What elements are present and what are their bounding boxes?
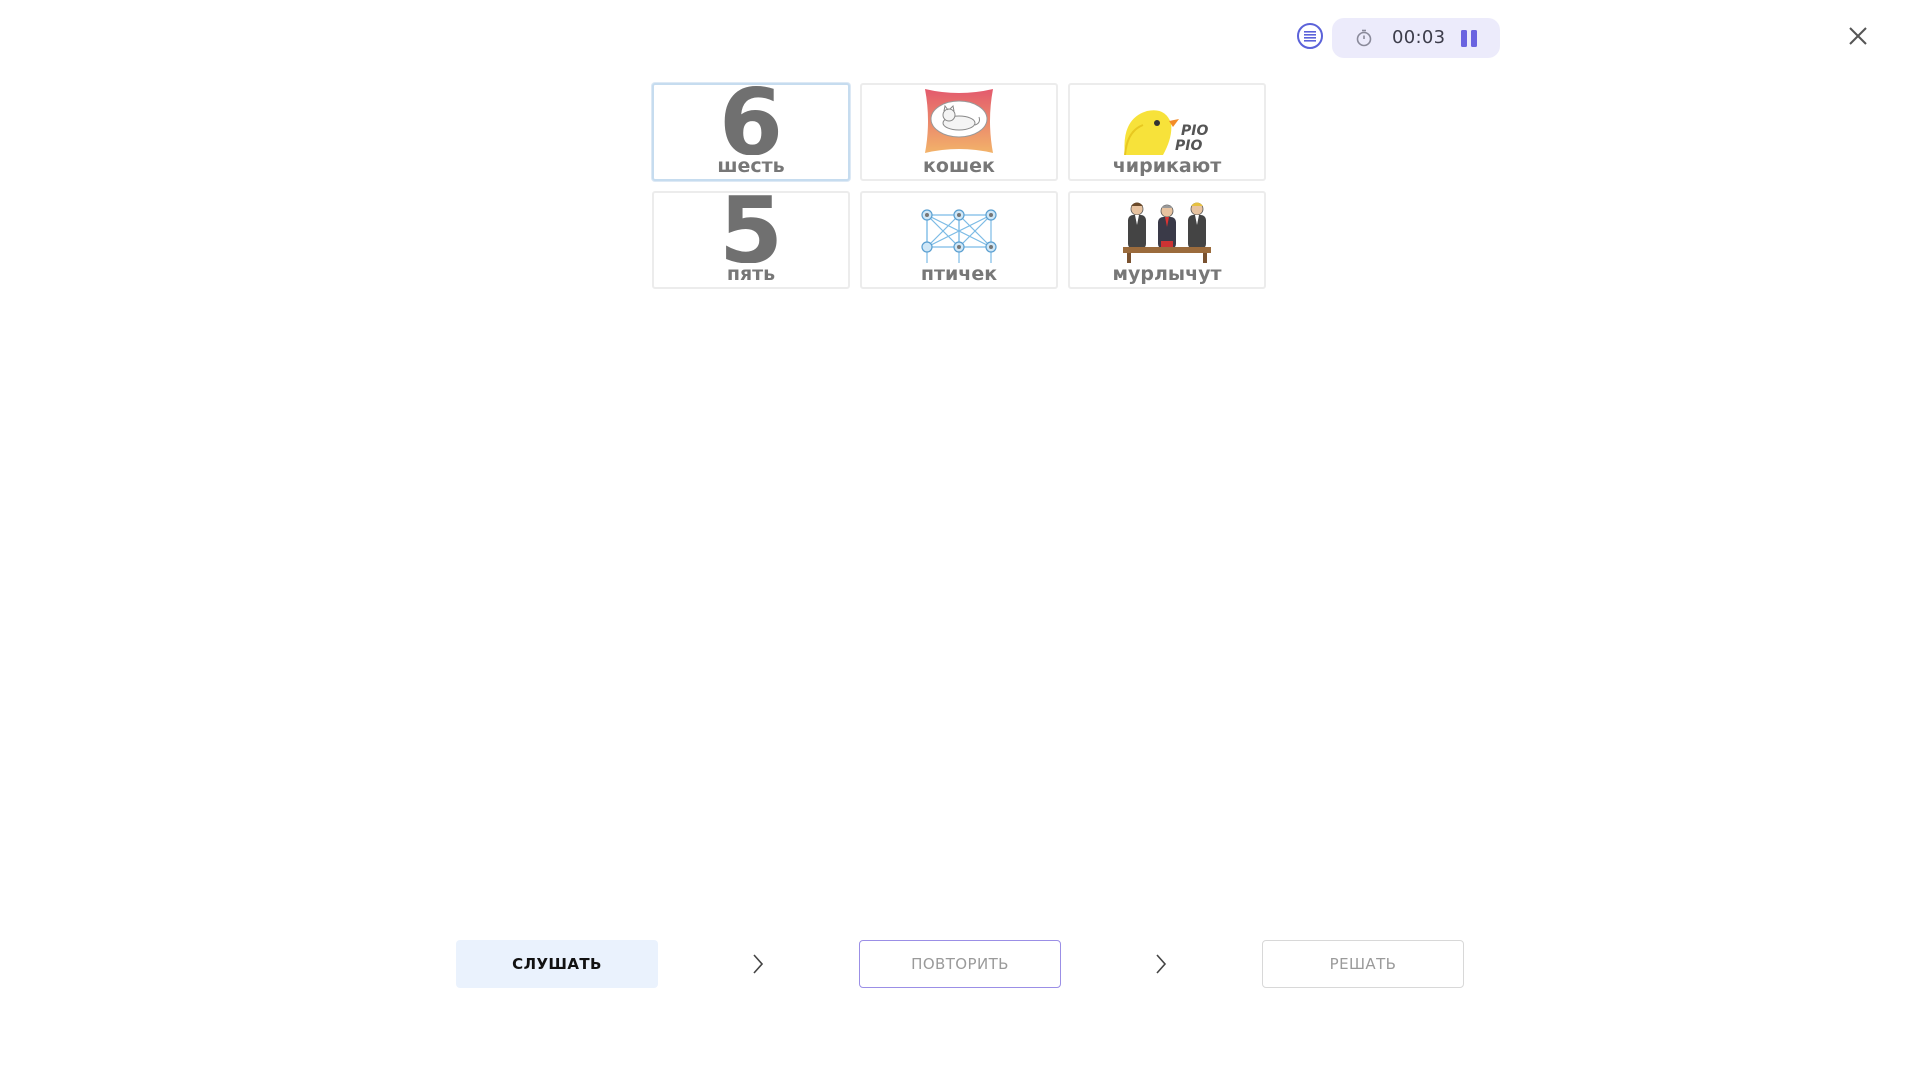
card-six[interactable]: 6 шесть: [652, 83, 850, 181]
pio-text-1: PIO: [1181, 123, 1208, 139]
repeat-button[interactable]: ПОВТОРИТЬ: [859, 940, 1061, 988]
listen-button[interactable]: СЛУШАТЬ: [456, 940, 658, 988]
chick-image: PIO PIO: [1124, 110, 1208, 155]
card-birds[interactable]: птичек: [860, 191, 1058, 289]
card-label: кошек: [923, 155, 995, 177]
close-icon[interactable]: [1846, 24, 1870, 48]
card-chirp[interactable]: PIO PIO чирикают: [1068, 83, 1266, 181]
card-label: мурлычут: [1112, 263, 1222, 285]
card-picture: PIO PIO: [1070, 89, 1264, 155]
list-button[interactable]: [1297, 23, 1323, 49]
digit-five: 5: [718, 193, 783, 263]
card-label: чирикают: [1112, 155, 1222, 177]
chevron-right-icon: [753, 954, 764, 974]
pause-icon: [1461, 29, 1467, 47]
card-cats[interactable]: кошек: [860, 83, 1058, 181]
card-picture: [862, 89, 1056, 155]
dots-grid-image: [921, 209, 997, 263]
card-label: пять: [726, 263, 776, 285]
card-picture: [1070, 197, 1264, 263]
solve-button[interactable]: РЕШАТЬ: [1262, 940, 1464, 988]
card-picture: 5: [654, 193, 848, 263]
timer-panel: 00:03: [1332, 18, 1500, 58]
timer-value: 00:03: [1392, 27, 1446, 48]
pause-button[interactable]: [1456, 26, 1482, 50]
chevron-right-icon: [1156, 954, 1167, 974]
people-meeting-image: [1123, 202, 1211, 263]
list-icon: [1304, 31, 1316, 42]
cat-pillow-image: [925, 89, 993, 153]
digit-six: 6: [718, 85, 783, 155]
card-five[interactable]: 5 пять: [652, 191, 850, 289]
card-label: шесть: [717, 155, 785, 177]
card-purr[interactable]: мурлычут: [1068, 191, 1266, 289]
card-label: птичек: [920, 263, 998, 285]
card-picture: 6: [654, 85, 848, 155]
pause-icon-bar: [1471, 29, 1477, 47]
card-picture: [862, 197, 1056, 263]
pio-text-2: PIO: [1175, 138, 1202, 154]
timer-icon: [1356, 29, 1372, 47]
